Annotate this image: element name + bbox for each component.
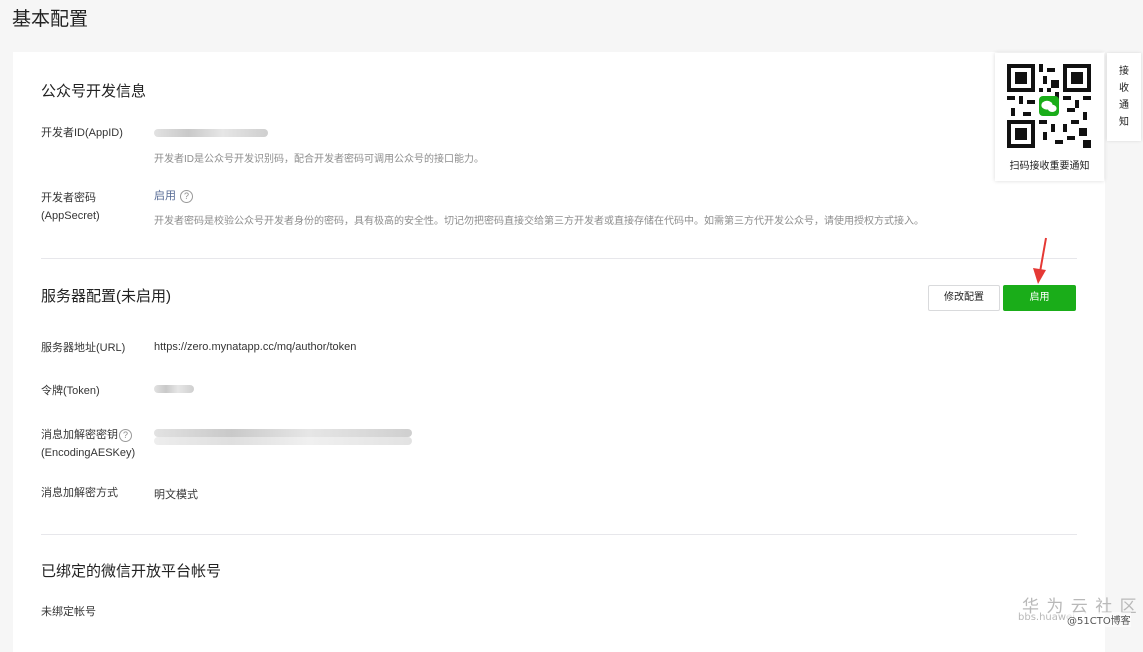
qr-code-icon[interactable] [1007,64,1091,148]
secret-label-line2: (AppSecret) [41,210,100,222]
page-title: 基本配置 [12,9,89,30]
side-tab-char: 知 [1119,117,1129,128]
mode-value: 明文模式 [154,489,198,501]
side-tab-char: 接 [1119,66,1129,77]
url-label: 服务器地址(URL) [41,342,126,354]
secret-status: 启用? [154,187,193,203]
appid-hint: 开发者ID是公众号开发识别码，配合开发者密码可调用公众号的接口能力。 [154,154,484,165]
help-icon[interactable]: ? [180,189,193,203]
notify-side-tab[interactable]: 接 收 通 知 [1107,53,1141,141]
aes-key-masked [154,429,412,437]
secret-label: 开发者密码 (AppSecret) [41,189,100,225]
mode-label: 消息加解密方式 [41,487,118,499]
secret-status-text[interactable]: 启用 [154,190,176,202]
config-card: 公众号开发信息 开发者ID(AppID) 开发者ID是公众号开发识别码，配合开发… [13,52,1105,652]
side-tab-char: 收 [1119,83,1129,94]
aes-label-line2: (EncodingAESKey) [41,447,136,459]
unbound-label: 未绑定帐号 [41,606,96,618]
modify-config-button[interactable]: 修改配置 [928,285,1000,311]
section-divider [41,534,1077,535]
qr-caption: 扫码接收重要通知 [1009,161,1090,172]
server-config-title: 服务器配置(未启用) [41,288,171,305]
section-divider [41,258,1077,259]
secret-hint: 开发者密码是校验公众号开发者身份的密码，具有极高的安全性。切记勿把密码直接交给第… [154,216,924,227]
appid-label: 开发者ID(AppID) [41,127,123,139]
aes-label: 消息加解密密钥? (EncodingAESKey) [41,426,135,462]
aes-label-line1: 消息加解密密钥 [41,429,118,441]
appid-value-masked [154,129,268,137]
token-value-masked [154,385,194,393]
qr-notify-panel: 扫码接收重要通知 [995,53,1104,181]
url-value: https://zero.mynatapp.cc/mq/author/token [154,341,357,353]
secret-label-line1: 开发者密码 [41,192,96,204]
side-tab-char: 通 [1119,100,1129,111]
annotation-arrow-icon [1033,237,1047,284]
dev-info-title: 公众号开发信息 [41,83,147,100]
aes-key-masked-line2 [154,437,412,445]
bound-accounts-title: 已绑定的微信开放平台帐号 [41,563,222,580]
help-icon[interactable]: ? [119,428,132,442]
enable-button[interactable]: 启用 [1003,285,1076,311]
token-label: 令牌(Token) [41,385,100,397]
watermark-blog: @51CTO博客 [1067,612,1131,627]
